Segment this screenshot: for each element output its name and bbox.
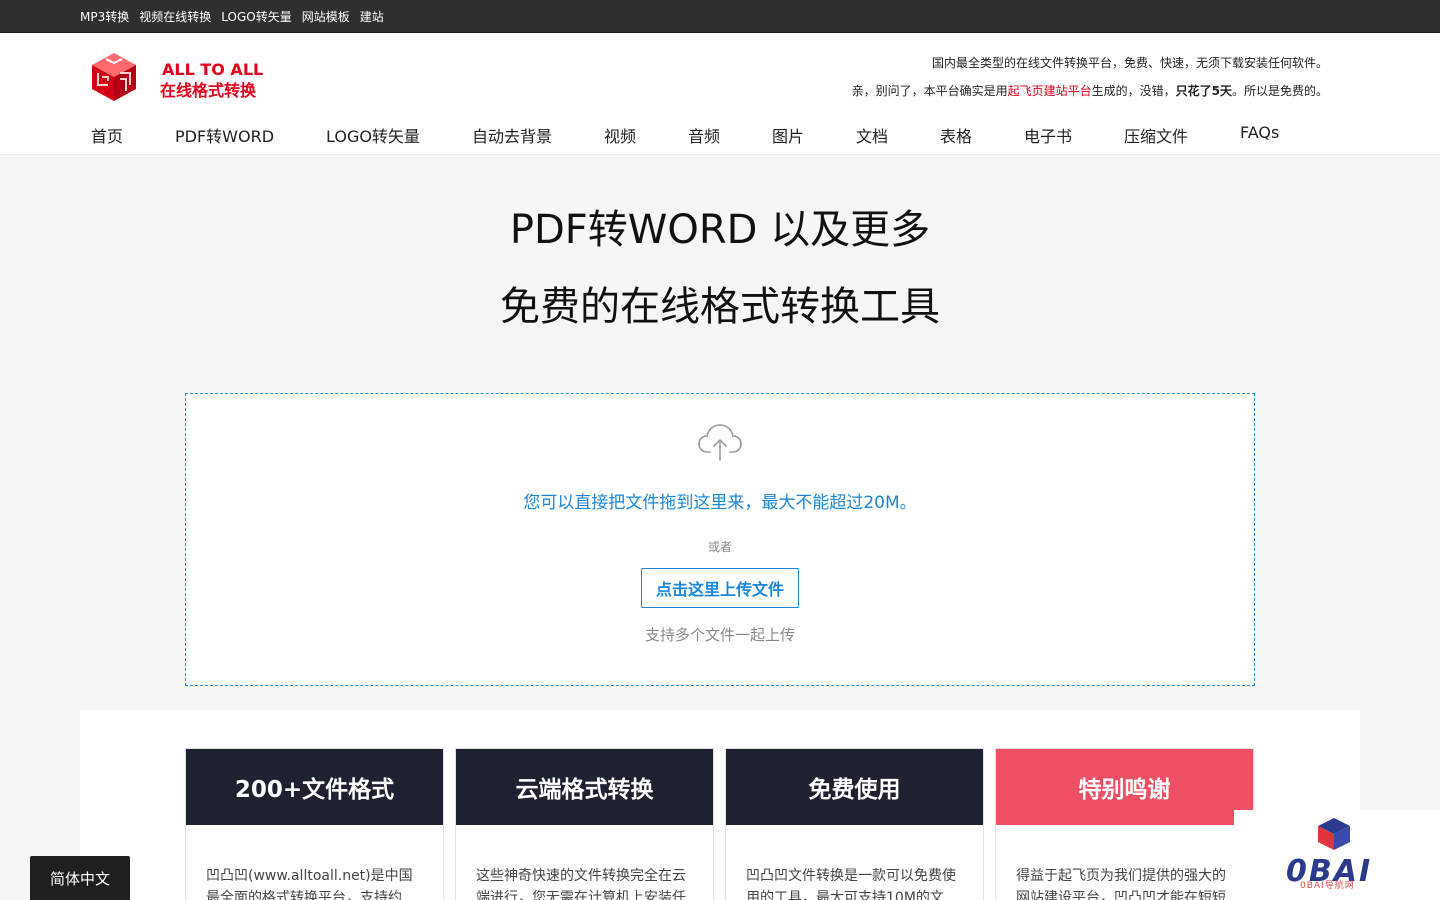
hero-subtitle: 免费的在线格式转换工具 — [500, 284, 940, 330]
nav-item-ebook[interactable]: 电子书 — [1024, 123, 1072, 147]
top-link-video[interactable]: 视频在线转换 — [139, 8, 211, 25]
notice-line-2: 亲，别问了，本平台确实是用起飞页建站平台生成的，没错，只花了5天。所以是免费的。 — [852, 83, 1328, 99]
nav-item-pdf-to-word[interactable]: PDF转WORD — [175, 123, 274, 147]
feature-card: 免费使用 凹凸凹文件转换是一款可以免费使用的工具，最大可支持10M的文 — [725, 748, 984, 900]
feature-card-title: 免费使用 — [726, 749, 983, 825]
feature-card: 云端格式转换 这些神奇快速的文件转换完全在云端进行，您无需在计算机上安装任 — [455, 748, 714, 900]
brand-line-cn: 在线格式转换 — [160, 81, 257, 100]
cube-logo-icon — [1318, 818, 1350, 850]
header-notice: 国内最全类型的在线文件转换平台，免费、快速，无须下载安装任何软件。 亲，别问了，… — [852, 55, 1328, 99]
watermark-logo: 0BAI 0BAI导航网 — [1234, 810, 1440, 900]
nav-item-archive[interactable]: 压缩文件 — [1124, 123, 1188, 147]
nav-item-home[interactable]: 首页 — [91, 123, 123, 147]
notice-line-1: 国内最全类型的在线文件转换平台，免费、快速，无须下载安装任何软件。 — [931, 56, 1328, 70]
notice-text: 亲，别问了，本平台确实是用 — [851, 84, 1008, 98]
notice-text: 生成的，没错， — [1091, 84, 1176, 98]
dropzone-or: 或者 — [707, 540, 732, 554]
brand-name[interactable]: ALL TO ALL 在线格式转换 — [160, 59, 263, 101]
upload-file-button[interactable]: 点击这里上传文件 — [641, 568, 799, 608]
feature-card: 200+文件格式 凹凸凹(www.alltoall.net)是中国最全面的格式转… — [185, 748, 444, 900]
nav-item-document[interactable]: 文档 — [856, 123, 888, 147]
cloud-upload-icon — [698, 424, 742, 461]
top-link-bar: MP3转换 视频在线转换 LOGO转矢量 网站模板 建站 — [0, 0, 1440, 33]
feature-card-body: 这些神奇快速的文件转换完全在云端进行，您无需在计算机上安装任 — [476, 868, 686, 900]
nav-item-image[interactable]: 图片 — [772, 123, 804, 147]
feature-card-title: 云端格式转换 — [456, 749, 713, 825]
main-nav: 首页 PDF转WORD LOGO转矢量 自动去背景 视频 音频 图片 文档 表格… — [0, 123, 1440, 153]
feature-card-title: 特别鸣谢 — [996, 749, 1253, 825]
language-switcher[interactable]: 简体中文 — [30, 856, 130, 900]
feature-card-body: 凹凸凹文件转换是一款可以免费使用的工具，最大可支持10M的文 — [746, 868, 956, 900]
notice-emphasis: 只花了5天 — [1175, 84, 1232, 98]
feature-card-title: 200+文件格式 — [186, 749, 443, 825]
nav-item-spreadsheet[interactable]: 表格 — [940, 123, 972, 147]
dropzone-hint: 您可以直接把文件拖到这里来，最大不能超过20M。 — [523, 493, 917, 513]
features-section: 200+文件格式 凹凸凹(www.alltoall.net)是中国最全面的格式转… — [80, 710, 1360, 900]
site-header: ALL TO ALL 在线格式转换 国内最全类型的在线文件转换平台，免费、快速，… — [0, 33, 1440, 155]
qifeiye-link[interactable]: 起飞页建站平台 — [1008, 84, 1092, 98]
nav-item-faqs[interactable]: FAQs — [1240, 123, 1279, 142]
nav-item-video[interactable]: 视频 — [604, 123, 636, 147]
watermark-subtext: 0BAI导航网 — [1300, 881, 1355, 891]
feature-card-body: 凹凸凹(www.alltoall.net)是中国最全面的格式转换平台，支持约20… — [206, 868, 413, 900]
nav-item-logo-vector[interactable]: LOGO转矢量 — [326, 123, 420, 147]
site-logo-icon[interactable] — [88, 51, 140, 103]
dropzone-multi-note: 支持多个文件一起上传 — [644, 626, 795, 644]
nav-item-remove-bg[interactable]: 自动去背景 — [472, 123, 552, 147]
top-link-mp3[interactable]: MP3转换 — [80, 8, 129, 25]
brand-line-en: ALL TO ALL — [162, 60, 264, 79]
file-dropzone[interactable]: 您可以直接把文件拖到这里来，最大不能超过20M。 或者 点击这里上传文件 支持多… — [185, 393, 1255, 686]
feature-card-body: 得益于起飞页为我们提供的强大的网站建设平台，凹凸凹才能在短短 — [1016, 868, 1226, 900]
top-link-build[interactable]: 建站 — [360, 8, 384, 25]
nav-item-audio[interactable]: 音频 — [688, 123, 720, 147]
hero-title: PDF转WORD 以及更多 — [509, 207, 931, 253]
feature-card-thanks: 特别鸣谢 得益于起飞页为我们提供的强大的网站建设平台，凹凸凹才能在短短 — [995, 748, 1254, 900]
notice-text: 。所以是免费的。 — [1231, 84, 1328, 98]
top-link-template[interactable]: 网站模板 — [302, 8, 350, 25]
top-link-logo[interactable]: LOGO转矢量 — [221, 8, 291, 25]
